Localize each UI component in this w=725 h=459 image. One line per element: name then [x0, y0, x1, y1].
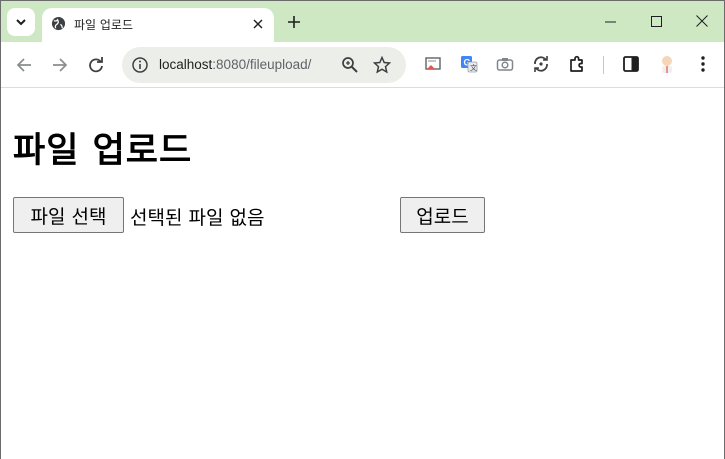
page-content: 파일 업로드 파일 선택 선택된 파일 없음 업로드	[1, 89, 724, 459]
url-host: localhost	[159, 57, 213, 72]
globe-icon	[51, 16, 66, 31]
screenshot-button[interactable]	[495, 54, 515, 74]
profile-avatar	[662, 56, 672, 73]
sync-extension-button[interactable]	[531, 54, 551, 74]
browser-toolbar: localhost:8080/fileupload/ G文	[1, 42, 724, 88]
side-panel-button[interactable]	[621, 54, 641, 74]
address-bar[interactable]: localhost:8080/fileupload/	[122, 47, 406, 83]
url-path: :8080/fileupload/	[212, 57, 312, 72]
camera-icon	[496, 58, 514, 71]
svg-text:文: 文	[470, 63, 477, 72]
cast-button[interactable]	[423, 54, 443, 74]
upload-button[interactable]: 업로드	[400, 197, 485, 233]
kebab-menu-icon	[701, 56, 705, 72]
forward-icon	[53, 58, 68, 72]
forward-button[interactable]	[48, 53, 72, 77]
translate-icon: G文	[461, 56, 478, 73]
minimize-button[interactable]	[597, 9, 623, 33]
page-title: 파일 업로드	[13, 131, 193, 171]
choose-file-button[interactable]: 파일 선택	[13, 197, 124, 233]
reload-icon	[89, 57, 103, 73]
cast-icon	[425, 57, 441, 70]
tab-title: 파일 업로드	[74, 18, 134, 32]
sync-icon	[534, 56, 548, 72]
close-icon	[696, 15, 708, 27]
extensions-icon	[570, 55, 583, 72]
plus-icon	[288, 16, 300, 28]
window-close-button[interactable]	[689, 9, 715, 33]
url-text: localhost:8080/fileupload/	[159, 57, 311, 72]
tab-search-button[interactable]	[7, 8, 35, 36]
file-status-text: 선택된 파일 없음	[130, 207, 265, 229]
maximize-button[interactable]	[643, 9, 669, 33]
back-icon	[16, 58, 31, 72]
maximize-icon	[650, 15, 662, 27]
translate-button[interactable]: G文	[459, 54, 479, 74]
chevron-down-icon	[16, 19, 26, 26]
menu-button[interactable]	[693, 54, 713, 74]
active-tab[interactable]: 파일 업로드	[42, 8, 274, 42]
toolbar-divider	[603, 56, 604, 74]
minimize-icon	[604, 21, 616, 22]
zoom-icon[interactable]	[341, 56, 359, 74]
back-button[interactable]	[12, 53, 36, 77]
extensions-button[interactable]	[567, 54, 587, 74]
info-icon[interactable]	[132, 57, 148, 73]
tab-strip: 파일 업로드	[1, 1, 724, 42]
side-panel-icon	[623, 56, 639, 72]
profile-button[interactable]	[657, 54, 677, 74]
reload-button[interactable]	[84, 53, 108, 77]
star-icon[interactable]	[373, 56, 391, 74]
new-tab-button[interactable]	[283, 11, 305, 33]
close-icon	[253, 19, 263, 29]
tab-close-button[interactable]	[248, 14, 268, 34]
